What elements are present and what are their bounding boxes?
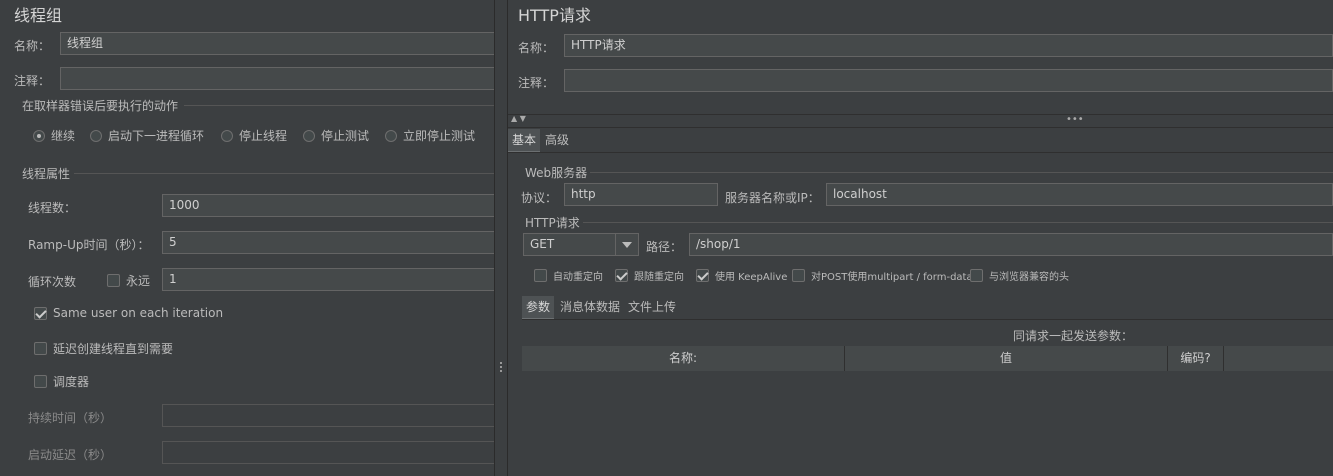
thread-props-section: 线程属性 [22, 167, 71, 181]
checkbox-label: 使用 KeepAlive [715, 272, 788, 283]
checkbox-icon [107, 274, 120, 287]
duration-label: 持续时间（秒） [28, 411, 113, 425]
radio-icon [90, 129, 102, 142]
radio-icon [221, 129, 233, 142]
section-divider [184, 105, 494, 106]
more-dots-icon: ••• [1066, 114, 1084, 125]
comment-input[interactable] [60, 67, 496, 90]
server-input[interactable]: localhost [826, 183, 1333, 206]
column-header-name[interactable]: 名称: [522, 346, 845, 371]
duration-input [162, 404, 496, 427]
comment-label: 注释： [14, 74, 51, 88]
tab-baseline [508, 152, 1333, 153]
radio-stop-test[interactable]: 停止测试 [303, 127, 369, 144]
radio-icon [303, 129, 315, 142]
collapse-arrows-icon: ▲ ▼ [511, 114, 526, 123]
name-label: 名称： [518, 41, 555, 55]
threads-label: 线程数： [28, 201, 77, 215]
protocol-input[interactable]: http [564, 183, 718, 206]
comment-input[interactable] [564, 69, 1333, 92]
radio-label: 停止测试 [321, 129, 370, 143]
startup-delay-input [162, 441, 496, 464]
checkbox-checked-icon [615, 269, 628, 282]
multipart-checkbox[interactable]: 对POST使用multipart / form-data [792, 268, 973, 283]
drag-handle-icon [500, 360, 502, 374]
checkbox-checked-icon [696, 269, 709, 282]
path-input[interactable]: /shop/1 [689, 233, 1333, 256]
column-header-encode[interactable]: 编码? [1168, 346, 1224, 371]
threads-input[interactable]: 1000 [162, 194, 496, 217]
tab-baseline [522, 319, 1333, 320]
startup-delay-label: 启动延迟（秒） [28, 448, 113, 462]
checkbox-label: 对POST使用multipart / form-data [811, 272, 973, 283]
column-header-value[interactable]: 值 [845, 346, 1168, 371]
checkbox-icon [792, 269, 805, 282]
tab-body-data[interactable]: 消息体数据 [556, 296, 624, 318]
checkbox-icon [970, 269, 983, 282]
checkbox-label: 自动重定向 [553, 272, 603, 283]
checkbox-icon [34, 342, 47, 355]
split-pane-divider[interactable] [494, 0, 508, 476]
section-divider [590, 172, 1333, 173]
loop-forever-checkbox[interactable]: 永远 [107, 272, 150, 289]
rampup-input[interactable]: 5 [162, 231, 496, 254]
collapse-bar[interactable]: ▲ ▼ ••• [508, 114, 1333, 128]
checkbox-label: Same user on each iteration [53, 306, 224, 320]
tab-basic[interactable]: 基本 [508, 129, 541, 153]
method-select[interactable]: GET [523, 233, 639, 256]
name-label: 名称： [14, 39, 51, 53]
checkbox-icon [34, 375, 47, 388]
follow-redirect-checkbox[interactable]: 跟随重定向 [615, 268, 684, 283]
radio-start-next-loop[interactable]: 启动下一进程循环 [90, 127, 204, 144]
name-input[interactable]: 线程组 [60, 32, 496, 55]
tab-advanced[interactable]: 高级 [541, 129, 573, 151]
browser-headers-checkbox[interactable]: 与浏览器兼容的头 [970, 268, 1069, 283]
checkbox-label: 永远 [126, 274, 151, 288]
checkbox-label: 跟随重定向 [634, 272, 684, 283]
checkbox-checked-icon [34, 306, 47, 320]
checkbox-label: 延迟创建线程直到需要 [53, 342, 174, 356]
web-server-section: Web服务器 [525, 166, 588, 180]
radio-stop-test-now[interactable]: 立即停止测试 [385, 127, 475, 144]
method-value: GET [530, 237, 555, 251]
same-user-checkbox[interactable]: Same user on each iteration [34, 306, 223, 320]
radio-continue[interactable]: 继续 [33, 127, 75, 144]
error-action-section: 在取样器错误后要执行的动作 [22, 99, 179, 113]
section-divider [583, 222, 1333, 223]
rampup-label: Ramp-Up时间（秒）： [28, 238, 150, 252]
http-request-title: HTTP请求 [518, 6, 591, 25]
radio-label: 立即停止测试 [403, 129, 476, 143]
server-label: 服务器名称或IP： [725, 191, 820, 205]
http-request-section: HTTP请求 [525, 216, 580, 230]
checkbox-label: 调度器 [53, 375, 90, 389]
column-header-extra[interactable] [1224, 346, 1333, 371]
name-input[interactable]: HTTP请求 [564, 34, 1333, 57]
path-label: 路径： [646, 240, 683, 254]
scheduler-checkbox[interactable]: 调度器 [34, 373, 89, 390]
auto-redirect-checkbox[interactable]: 自动重定向 [534, 268, 603, 283]
radio-icon [385, 129, 397, 142]
tab-parameters[interactable]: 参数 [522, 296, 555, 320]
radio-label: 继续 [51, 129, 76, 143]
radio-label: 停止线程 [239, 129, 288, 143]
keepalive-checkbox[interactable]: 使用 KeepAlive [696, 268, 787, 283]
params-caption: 同请求一起发送参数： [1013, 329, 1134, 343]
loop-count-input[interactable]: 1 [162, 268, 496, 291]
checkbox-icon [534, 269, 547, 282]
section-divider [74, 173, 494, 174]
thread-group-title: 线程组 [14, 6, 63, 25]
checkbox-label: 与浏览器兼容的头 [989, 272, 1069, 283]
radio-label: 启动下一进程循环 [108, 129, 205, 143]
tab-file-upload[interactable]: 文件上传 [624, 296, 680, 318]
radio-stop-thread[interactable]: 停止线程 [221, 127, 287, 144]
delay-create-checkbox[interactable]: 延迟创建线程直到需要 [34, 340, 173, 357]
radio-icon [33, 129, 45, 142]
protocol-label: 协议： [521, 191, 558, 205]
chevron-down-icon [615, 234, 638, 255]
loop-label: 循环次数 [28, 275, 77, 289]
comment-label: 注释： [518, 76, 555, 90]
